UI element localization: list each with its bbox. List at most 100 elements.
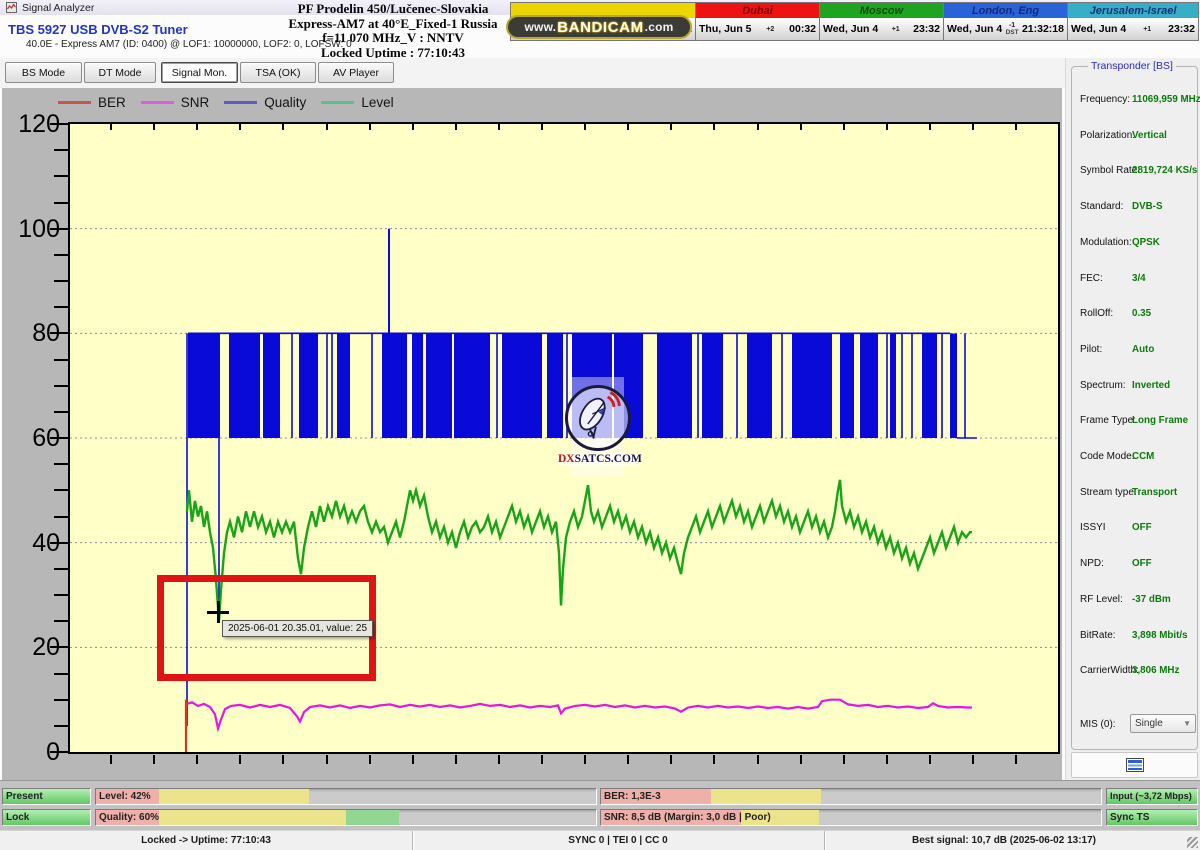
clock-utc-offset: +1 xyxy=(892,26,900,33)
watermark-prefix: www. xyxy=(525,20,557,34)
clock-date: Wed, Jun 4 xyxy=(823,23,878,35)
window-title: Signal Analyzer xyxy=(22,2,94,14)
transponder-label: Spectrum: xyxy=(1080,380,1126,391)
transponder-value: DVB-S xyxy=(1132,201,1162,212)
x-axis-tick xyxy=(670,755,672,764)
clock-time-row: Wed, Jun 4+123:32 xyxy=(1068,18,1198,40)
x-axis-tick xyxy=(153,124,155,130)
tab-av-player[interactable]: AV Player xyxy=(318,62,394,83)
save-button[interactable] xyxy=(1071,752,1198,778)
present-indicator: Present xyxy=(2,788,91,805)
x-axis-tick xyxy=(800,124,802,130)
y-axis-tick xyxy=(54,516,68,518)
y-axis-tick xyxy=(54,725,68,727)
quality-block xyxy=(792,333,832,438)
transponder-value: -37 dBm xyxy=(1132,594,1171,605)
transponder-label: Stream type: xyxy=(1080,487,1137,498)
watermark-suffix: .com xyxy=(645,20,674,34)
transponder-value: 0.35 xyxy=(1132,308,1151,319)
x-axis-tick xyxy=(843,755,845,764)
tab-tsa-ok-[interactable]: TSA (OK) xyxy=(240,62,316,83)
quality-block xyxy=(860,333,878,438)
ber-label: BER: 1,3E-3 xyxy=(604,791,661,802)
clock-city-label: Dubai xyxy=(696,3,819,18)
mis-dropdown[interactable]: Single ▼ xyxy=(1130,714,1196,733)
y-axis-tick xyxy=(54,280,68,282)
tab-signal-mon-[interactable]: Signal Mon. xyxy=(161,62,238,83)
y-axis-tick xyxy=(54,175,68,177)
x-axis-tick xyxy=(886,124,888,130)
x-axis-tick xyxy=(627,755,629,764)
resize-grip[interactable] xyxy=(1187,837,1198,848)
input-indicator: Input (~3,72 Mbps) xyxy=(1106,788,1198,805)
x-axis-tick xyxy=(498,755,500,764)
clock-time-row: Wed, Jun 4-1DST21:32:18 xyxy=(944,18,1067,40)
y-axis-tick xyxy=(54,149,68,151)
transponder-row: Frequency:11069,959 MHz xyxy=(1080,94,1192,105)
x-axis-tick xyxy=(110,755,112,764)
quality-block xyxy=(657,333,692,438)
clock-Moscow: MoscowWed, Jun 4+123:32 xyxy=(820,2,944,41)
clock-date: Wed, Jun 4 xyxy=(1071,23,1126,35)
offset-value: +1 xyxy=(892,26,900,33)
transponder-label: Polarization: xyxy=(1080,130,1135,141)
lock-indicator: Lock xyxy=(2,809,91,826)
y-axis-tick xyxy=(50,542,68,544)
transponder-label: BitRate: xyxy=(1080,630,1116,641)
transponder-label: Code Mode: xyxy=(1080,451,1134,462)
offset-label: DST xyxy=(1006,29,1019,36)
y-axis-tick xyxy=(54,673,68,675)
series-snr xyxy=(187,700,972,729)
clock-city-label: Jerusalem-Israel xyxy=(1068,3,1198,18)
y-axis-tick xyxy=(54,254,68,256)
y-axis-tick xyxy=(54,463,68,465)
legend-line-swatch xyxy=(58,101,91,104)
legend-line-swatch xyxy=(141,101,174,104)
annotation-text: PF Prodelin 450/Lučenec-Slovakia Express… xyxy=(268,2,518,60)
x-axis-tick xyxy=(757,124,759,130)
annotation-line: f=11 070 MHz_V : NNTV xyxy=(268,31,518,46)
tab-dt-mode[interactable]: DT Mode xyxy=(84,62,156,83)
quality-block xyxy=(547,333,563,438)
chart-legend: BERSNRQualityLevel xyxy=(58,91,394,113)
satellite-dish-icon xyxy=(565,385,631,451)
x-axis-tick xyxy=(455,755,457,764)
transponder-label: NPD: xyxy=(1080,558,1104,569)
x-axis-tick xyxy=(627,124,629,130)
tab-bs-mode[interactable]: BS Mode xyxy=(5,62,82,83)
clock-London, Eng: London, EngWed, Jun 4-1DST21:32:18 xyxy=(944,2,1068,41)
transponder-title: Transponder [BS] xyxy=(1088,60,1176,72)
legend-line-swatch xyxy=(224,101,257,104)
x-axis-tick xyxy=(972,755,974,764)
transponder-row: RF Level:-37 dBm xyxy=(1080,594,1192,605)
x-axis-tick xyxy=(541,124,543,130)
meter-segment xyxy=(159,789,309,804)
transponder-value: Auto xyxy=(1132,344,1154,355)
x-axis-tick xyxy=(239,124,241,130)
y-axis-tick xyxy=(50,751,68,753)
transponder-row: Code Mode:CCM xyxy=(1080,451,1192,462)
x-axis-tick xyxy=(929,755,931,764)
transponder-value: 3/4 xyxy=(1132,273,1146,284)
transponder-value: QPSK xyxy=(1132,237,1160,248)
transponder-row: Polarization:Vertical xyxy=(1080,130,1192,141)
offset-value: -1 xyxy=(1009,22,1015,29)
transponder-row: Standard:DVB-S xyxy=(1080,201,1192,212)
transponder-value: 3,898 Mbit/s xyxy=(1132,630,1188,641)
crosshair-icon xyxy=(207,611,229,614)
transponder-label: FEC: xyxy=(1080,273,1103,284)
level-label: Level: 42% xyxy=(99,791,151,802)
quality-block xyxy=(950,333,957,438)
x-axis-tick xyxy=(972,124,974,130)
quality-block xyxy=(922,333,937,438)
legend-label: SNR xyxy=(181,95,210,110)
clock-date: Wed, Jun 4 xyxy=(947,23,1002,35)
y-axis-tick xyxy=(54,699,68,701)
y-axis-tick xyxy=(50,228,68,230)
quality-block xyxy=(840,333,854,438)
transponder-value: OFF xyxy=(1132,522,1152,533)
transponder-row: Spectrum:Inverted xyxy=(1080,380,1192,391)
present-label: Present xyxy=(6,791,43,802)
offset-value: +1 xyxy=(1143,26,1151,33)
y-axis-tick xyxy=(54,411,68,413)
